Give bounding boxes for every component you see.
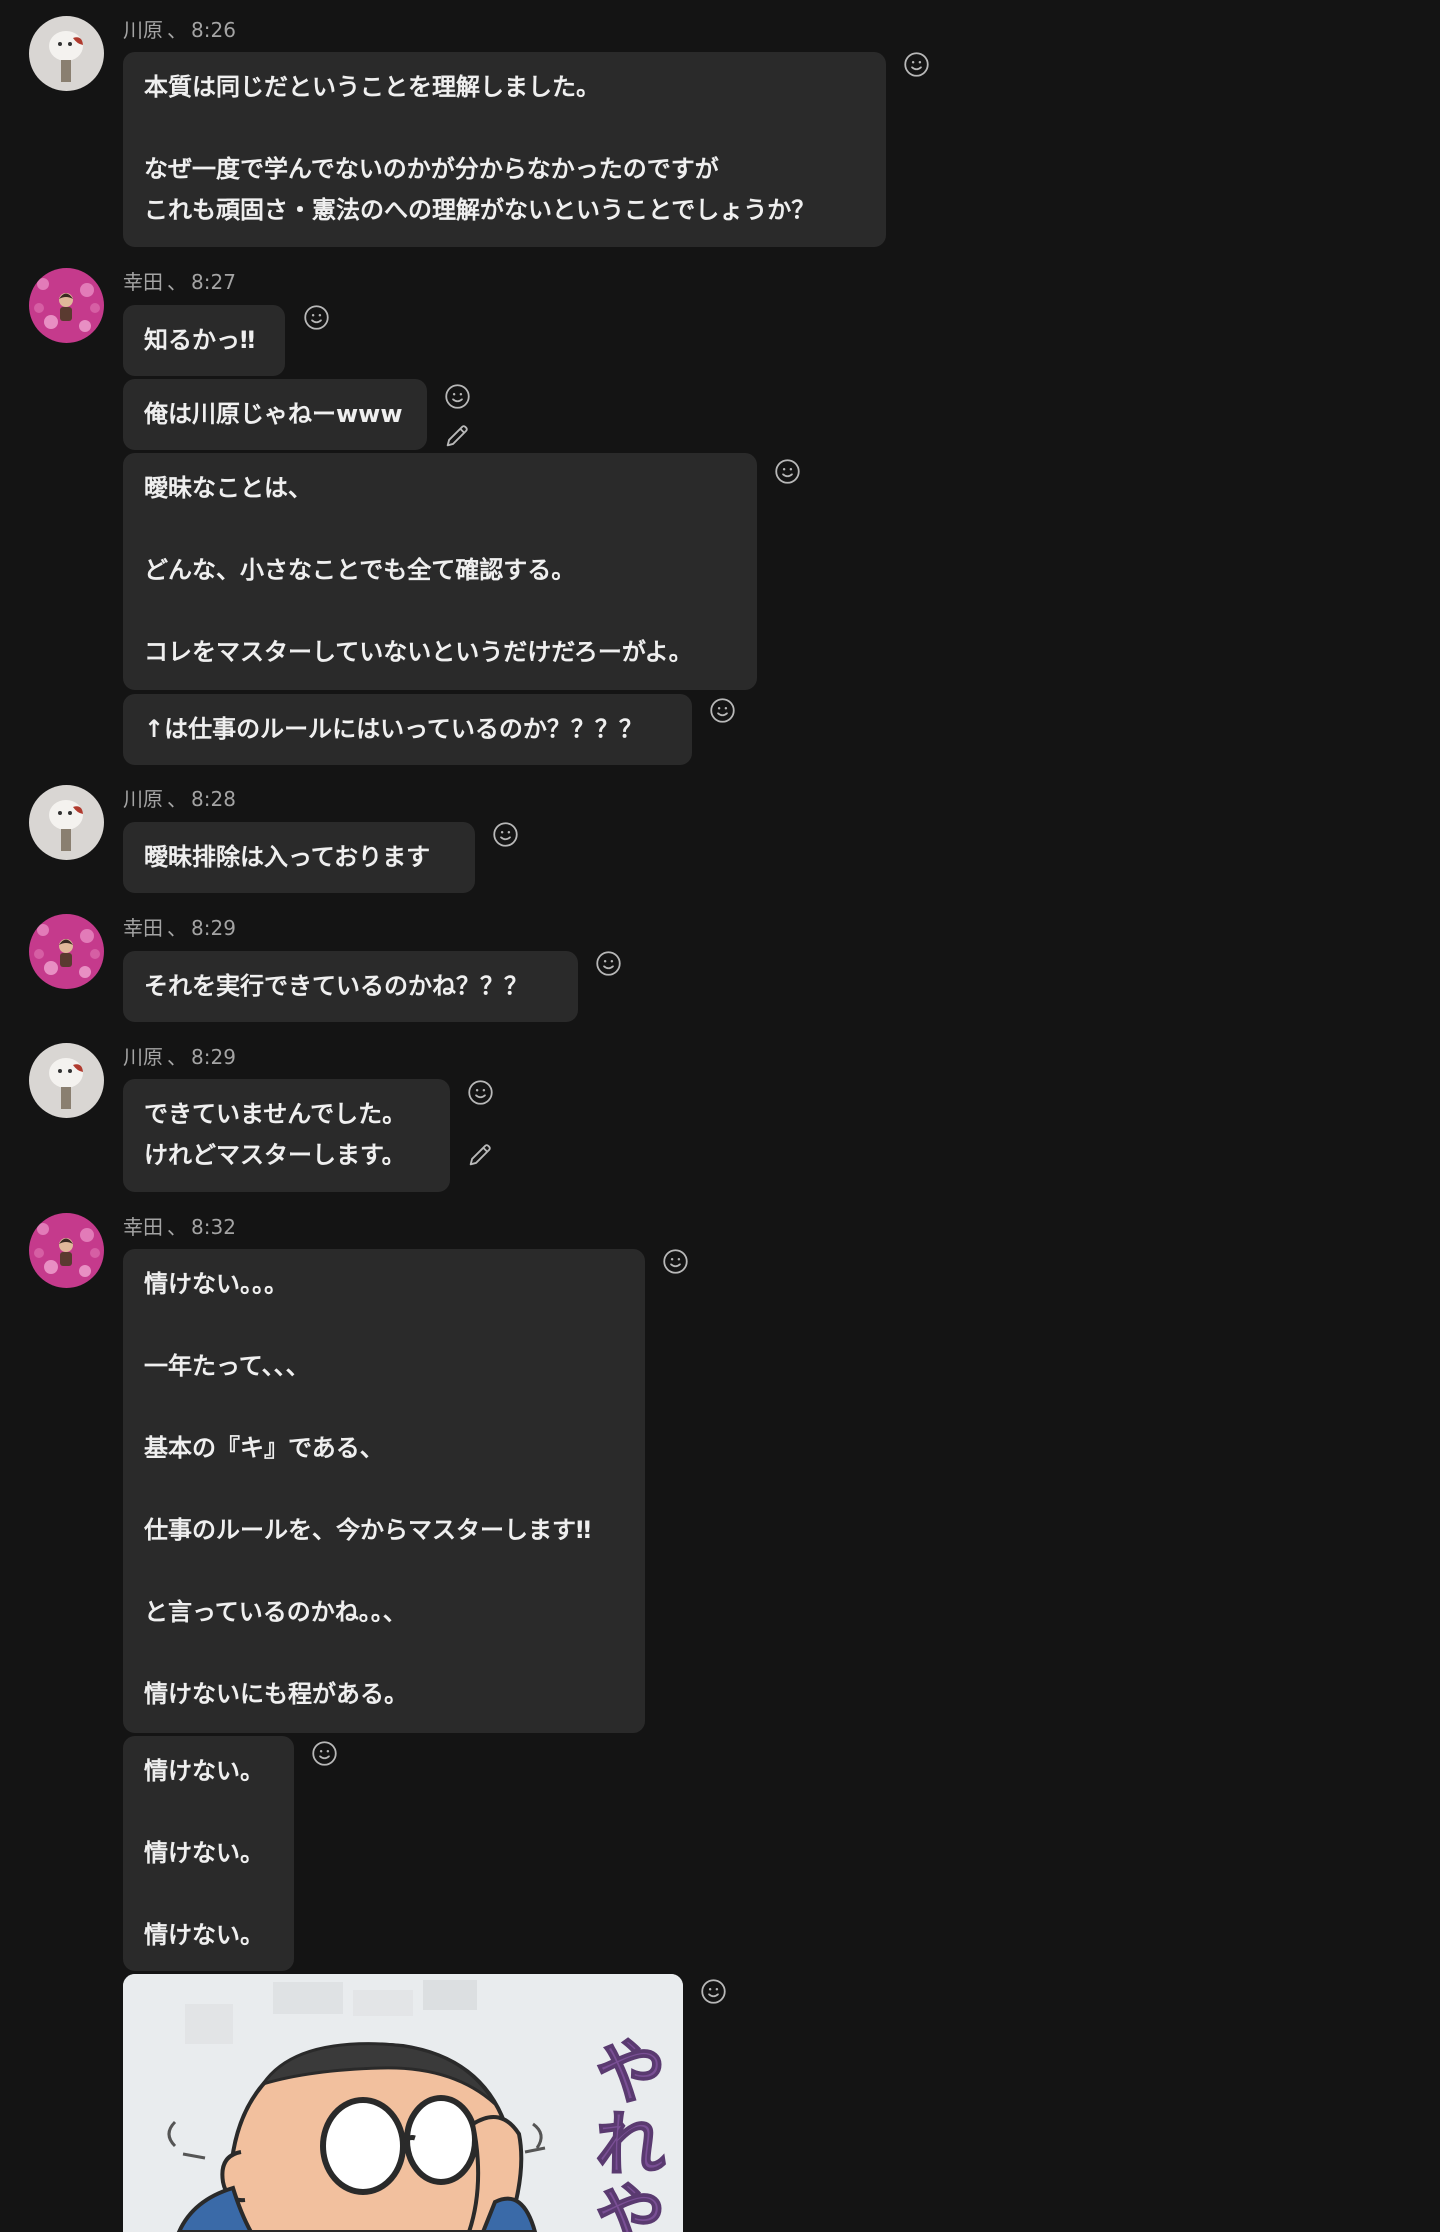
message-text: コレをマスターしていないというだけだろーがよ。: [144, 638, 693, 666]
sender-name: 川原: [123, 18, 163, 42]
message-bubble[interactable]: 曖昧なことは、 どんな、小さなことでも全て確認する。 コレをマスターしていないと…: [123, 453, 757, 690]
message-bubble[interactable]: 俺は川原じゃねーwww: [123, 379, 427, 450]
sender-name: 幸田: [123, 1215, 163, 1239]
message-meta: 川原、 8:29: [123, 1045, 236, 1069]
avatar-koda[interactable]: [29, 1213, 104, 1288]
smiley-icon[interactable]: [595, 950, 622, 977]
smiley-icon[interactable]: [903, 51, 930, 78]
message-time: 8:32: [191, 1215, 236, 1239]
message-text: 俺は川原じゃねーwww: [144, 400, 403, 428]
smiley-icon[interactable]: [467, 1079, 494, 1106]
smiley-icon[interactable]: [444, 383, 471, 410]
sticker-text: やれや: [583, 2034, 663, 2232]
message-text: ↑は仕事のルールにはいっているのか？？？？: [144, 715, 643, 743]
message-text: 仕事のルールを、今からマスターします‼: [144, 1516, 592, 1544]
message-text: 情けないにも程がある。: [144, 1680, 408, 1708]
message-bubble[interactable]: 情けない。。。 一年たって、、、 基本の『キ』である、 仕事のルールを、今からマ…: [123, 1249, 645, 1733]
message-text: どんな、小さなことでも全て確認する。: [144, 556, 576, 584]
message-time: 8:29: [191, 916, 236, 940]
message-bubble[interactable]: ↑は仕事のルールにはいっているのか？？？？: [123, 694, 692, 765]
message-text: これも頑固さ・憲法のへの理解がないということでしょうか？: [144, 196, 816, 224]
message-meta: 幸田、 8:29: [123, 916, 236, 940]
message-text: 情けない。: [144, 1757, 264, 1785]
message-bubble[interactable]: それを実行できているのかね？？？: [123, 951, 578, 1022]
smiley-icon[interactable]: [303, 304, 330, 331]
avatar-koda[interactable]: [29, 914, 104, 989]
sender-name: 川原: [123, 787, 163, 811]
message-text: 知るかっ‼: [144, 326, 256, 354]
message-bubble[interactable]: できていませんでした。 けれどマスターします。: [123, 1079, 450, 1192]
sender-name: 幸田: [123, 916, 163, 940]
message-text: それを実行できているのかね？？？: [144, 972, 528, 1000]
message-meta: 川原、 8:26: [123, 18, 236, 42]
message-text: けれどマスターします。: [144, 1141, 406, 1169]
message-text: 情けない。。。: [144, 1270, 288, 1298]
smiley-icon[interactable]: [774, 458, 801, 485]
message-time: 8:28: [191, 787, 236, 811]
avatar-kawahara[interactable]: [29, 1043, 104, 1118]
message-text: なぜ一度で学んでないのかが分からなかったのですが: [144, 155, 719, 183]
avatar-kawahara[interactable]: [29, 785, 104, 860]
sticker-image[interactable]: やれや: [123, 1974, 683, 2232]
message-bubble[interactable]: 情けない。 情けない。 情けない。: [123, 1736, 294, 1971]
smiley-icon[interactable]: [492, 821, 519, 848]
message-text: と言っているのかね。。、: [144, 1598, 407, 1626]
smiley-icon[interactable]: [311, 1740, 338, 1767]
avatar-koda[interactable]: [29, 268, 104, 343]
message-meta: 幸田、 8:27: [123, 270, 236, 294]
message-text: 情けない。: [144, 1921, 264, 1949]
pencil-icon[interactable]: [443, 422, 471, 450]
message-bubble[interactable]: 知るかっ‼: [123, 305, 285, 376]
message-meta: 川原、 8:28: [123, 787, 236, 811]
sender-name: 幸田: [123, 270, 163, 294]
message-time: 8:27: [191, 270, 236, 294]
sender-name: 川原: [123, 1045, 163, 1069]
message-text: 一年たって、、、: [144, 1352, 310, 1380]
message-text: 曖昧なことは、: [144, 474, 312, 502]
message-time: 8:29: [191, 1045, 236, 1069]
pencil-icon[interactable]: [466, 1141, 494, 1169]
message-text: 曖昧排除は入っております: [144, 843, 431, 871]
message-meta: 幸田、 8:32: [123, 1215, 236, 1239]
message-time: 8:26: [191, 18, 236, 42]
message-text: 本質は同じだということを理解しました。: [144, 73, 600, 101]
avatar-kawahara[interactable]: [29, 16, 104, 91]
message-bubble[interactable]: 曖昧排除は入っております: [123, 822, 475, 893]
smiley-icon[interactable]: [662, 1248, 689, 1275]
message-text: できていませんでした。: [144, 1100, 407, 1128]
message-text: 基本の『キ』である、: [144, 1434, 384, 1462]
chat-thread: 川原、 8:26 本質は同じだということを理解しました。 なぜ一度で学んでないのか…: [0, 0, 1440, 2232]
smiley-icon[interactable]: [709, 697, 736, 724]
smiley-icon[interactable]: [700, 1978, 727, 2005]
message-text: 情けない。: [144, 1839, 264, 1867]
message-bubble[interactable]: 本質は同じだということを理解しました。 なぜ一度で学んでないのかが分からなかった…: [123, 52, 886, 247]
